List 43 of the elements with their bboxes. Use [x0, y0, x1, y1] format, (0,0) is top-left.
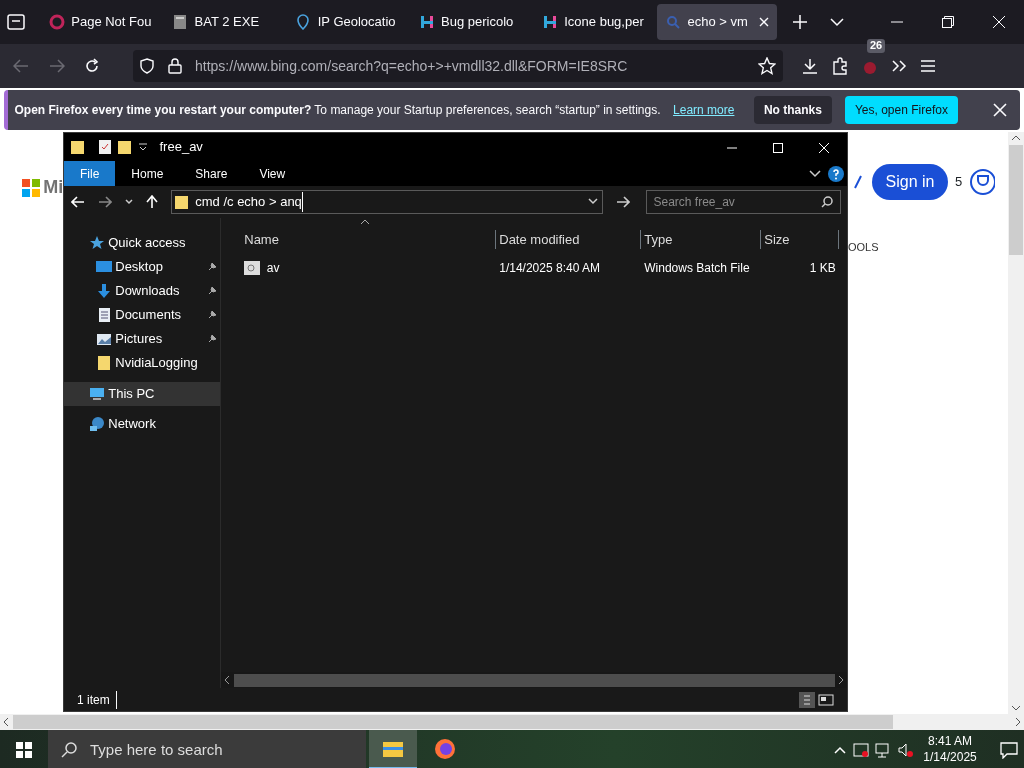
- nav-item[interactable]: Pictures: [64, 327, 220, 351]
- learn-more-link[interactable]: Learn more: [673, 101, 735, 119]
- browser-tab[interactable]: echo > vm: [657, 4, 777, 40]
- notification-message: Open Firefox every time you restart your computer? To manage your Startup preferences, search “startup” in settings.: [14, 102, 661, 119]
- window-title: free_av: [159, 138, 203, 157]
- browser-tab[interactable]: BAT 2 EXE: [164, 4, 284, 40]
- sign-in-button[interactable]: Sign in: [871, 164, 949, 200]
- nav-item[interactable]: Documents: [64, 303, 220, 327]
- column-header[interactable]: Date modified: [496, 229, 641, 250]
- table-cell-text: Windows Batch File: [643, 259, 751, 277]
- nav-item[interactable]: Downloads: [64, 279, 220, 303]
- browser-tab[interactable]: Icone bug,per: [533, 4, 654, 40]
- column-header[interactable]: Size: [761, 229, 839, 250]
- dismiss-button[interactable]: No thanks: [753, 96, 832, 124]
- browser-tab[interactable]: IP Geolocatio: [287, 4, 408, 40]
- ribbon-tab[interactable]: File: [64, 161, 116, 186]
- tab-label[interactable]: OOLS: [848, 239, 879, 256]
- confirm-button[interactable]: Yes, open Firefox: [844, 96, 958, 124]
- nav-item[interactable]: NvidiaLogging: [64, 351, 220, 375]
- clock[interactable]: 8:41 AM 1/14/2025: [920, 734, 980, 766]
- address-field[interactable]: cmd /c echo > anq: [170, 190, 603, 214]
- ribbon-tab[interactable]: Home: [115, 161, 180, 186]
- table-cell-text: 1 KB: [808, 259, 837, 277]
- address-bar[interactable]: https://www.bing.com/search?q=echo+>+vmdll32.dll&FORM=IE8SRC: [132, 50, 783, 82]
- taskbar-search-field[interactable]: Type here to search: [48, 730, 366, 768]
- browser-tab[interactable]: Page Not Fou: [40, 4, 161, 40]
- nav-item[interactable]: Quick access: [64, 231, 220, 255]
- nav-item[interactable]: This PC: [64, 381, 220, 406]
- table-cell-text: 1/14/2025 8:40 AM: [498, 259, 601, 277]
- item-count: 1 item: [77, 690, 118, 709]
- search-field[interactable]: Search free_av: [645, 190, 841, 214]
- nav-item[interactable]: Desktop: [64, 255, 220, 279]
- ribbon-tab[interactable]: Share: [179, 161, 244, 186]
- browser-tab[interactable]: Bug pericolo: [410, 4, 531, 40]
- url-text: https://www.bing.com/search?q=echo+>+vmdll32.dll&FORM=IE8SRC: [195, 56, 628, 76]
- logo-text: Mi: [43, 176, 64, 199]
- file-name[interactable]: av: [266, 258, 280, 277]
- column-header[interactable]: Type: [641, 229, 761, 250]
- extension-badge: 26: [867, 39, 886, 53]
- points-count: 5: [954, 173, 963, 192]
- ribbon-tab[interactable]: View: [243, 161, 302, 186]
- nav-item[interactable]: Network: [64, 412, 220, 436]
- column-header[interactable]: Name: [241, 229, 496, 250]
